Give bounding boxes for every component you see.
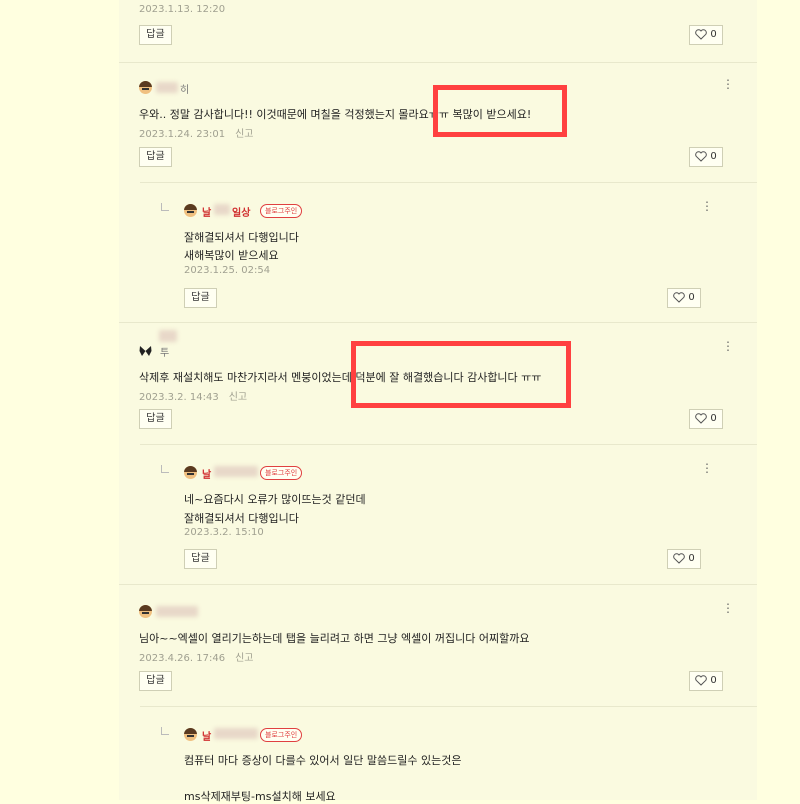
comment-meta: 2023.3.2. 14:43 신고	[139, 388, 247, 403]
like-button[interactable]: 0	[689, 25, 723, 45]
highlight-box	[433, 85, 567, 137]
like-count: 0	[710, 29, 717, 40]
comment-timestamp: 2023.4.26. 17:46	[139, 653, 226, 664]
avatar	[184, 466, 197, 479]
comment-timestamp: 2023.1.13. 12:20	[139, 4, 226, 15]
more-options-icon[interactable]: ⋮	[722, 602, 734, 614]
report-link[interactable]: 신고	[235, 653, 253, 664]
avatar	[139, 605, 152, 618]
owner-badge: 블로그주인	[260, 204, 303, 218]
more-options-icon[interactable]: ⋮	[701, 462, 713, 474]
like-button[interactable]: 0	[689, 409, 723, 429]
highlight-box	[351, 341, 571, 408]
butterfly-icon	[139, 346, 152, 356]
redacted-name	[214, 466, 258, 477]
reply-button[interactable]: 답글	[184, 288, 217, 308]
reply-button[interactable]: 답글	[184, 549, 217, 569]
reply-indicator	[161, 727, 169, 735]
avatar	[184, 204, 197, 217]
redacted-name	[159, 330, 177, 342]
more-options-icon[interactable]: ⋮	[722, 340, 734, 352]
avatar	[139, 81, 152, 94]
reply-text-line: 새해복많이 받으세요	[184, 249, 279, 262]
reply-indicator	[161, 203, 169, 211]
reply-timestamp: 2023.3.2. 15:10	[184, 527, 264, 538]
reply-button[interactable]: 답글	[139, 25, 172, 45]
comment-timestamp: 2023.1.24. 23:01	[139, 129, 226, 140]
comment-timestamp: 2023.3.2. 14:43	[139, 392, 219, 403]
more-options-icon[interactable]: ⋮	[722, 78, 734, 90]
reply-author-suffix: 일상	[232, 208, 251, 219]
reply-button[interactable]: 답글	[139, 409, 172, 429]
comment-meta: 2023.1.24. 23:01 신고	[139, 125, 253, 140]
reply-author[interactable]: 날	[202, 466, 211, 481]
reply-text-line: 컴퓨터 마다 증상이 다를수 있어서 일단 말씀드릴수 있는것은	[184, 754, 462, 767]
reply-text-line: 네~요즘다시 오류가 많이뜨는것 같던데	[184, 493, 366, 506]
like-button[interactable]: 0	[667, 549, 701, 569]
reply-text-line: ms삭제재부팅-ms설치해 보세요	[184, 790, 336, 803]
like-count: 0	[710, 413, 717, 424]
like-count: 0	[688, 553, 695, 564]
reply-text-line: 잘해결되셔서 다행입니다	[184, 231, 299, 244]
heart-icon	[673, 552, 686, 564]
comment-column: 2023.1.13. 12:20 답글 0 히 ⋮ 우와.. 정말 감사합니다!…	[119, 0, 757, 803]
heart-icon	[695, 28, 708, 40]
owner-badge: 블로그주인	[260, 728, 303, 742]
heart-icon	[695, 150, 708, 162]
redacted-name	[214, 728, 258, 739]
like-count: 0	[710, 675, 717, 686]
reply-author[interactable]: 날	[202, 728, 211, 743]
avatar	[184, 728, 197, 741]
reply-indicator	[161, 465, 169, 473]
reply-text-line: 잘해결되셔서 다행입니다	[184, 512, 299, 525]
heart-icon	[695, 412, 708, 424]
reply-button[interactable]: 답글	[139, 671, 172, 691]
heart-icon	[673, 291, 686, 303]
comment-author[interactable]: 투	[160, 344, 169, 359]
comment-meta: 2023.4.26. 17:46 신고	[139, 649, 253, 664]
like-button[interactable]: 0	[689, 147, 723, 167]
report-link[interactable]: 신고	[235, 129, 253, 140]
like-count: 0	[710, 151, 717, 162]
more-options-icon[interactable]: ⋮	[701, 200, 713, 212]
heart-icon	[695, 674, 708, 686]
reply-button[interactable]: 답글	[139, 147, 172, 167]
comment-author[interactable]: 히	[180, 81, 189, 96]
report-link[interactable]: 신고	[229, 392, 247, 403]
like-count: 0	[688, 292, 695, 303]
like-button[interactable]: 0	[667, 288, 701, 308]
reply-timestamp: 2023.1.25. 02:54	[184, 265, 271, 276]
like-button[interactable]: 0	[689, 671, 723, 691]
comment-text: 님아~~엑셀이 열리기는하는데 탭을 늘리려고 하면 그냥 엑셀이 꺼집니다 어…	[139, 632, 530, 645]
reply-author[interactable]: 날	[202, 204, 211, 219]
redacted-name	[214, 204, 230, 215]
owner-badge: 블로그주인	[260, 466, 303, 480]
redacted-name	[156, 82, 178, 93]
redacted-name	[156, 606, 198, 617]
